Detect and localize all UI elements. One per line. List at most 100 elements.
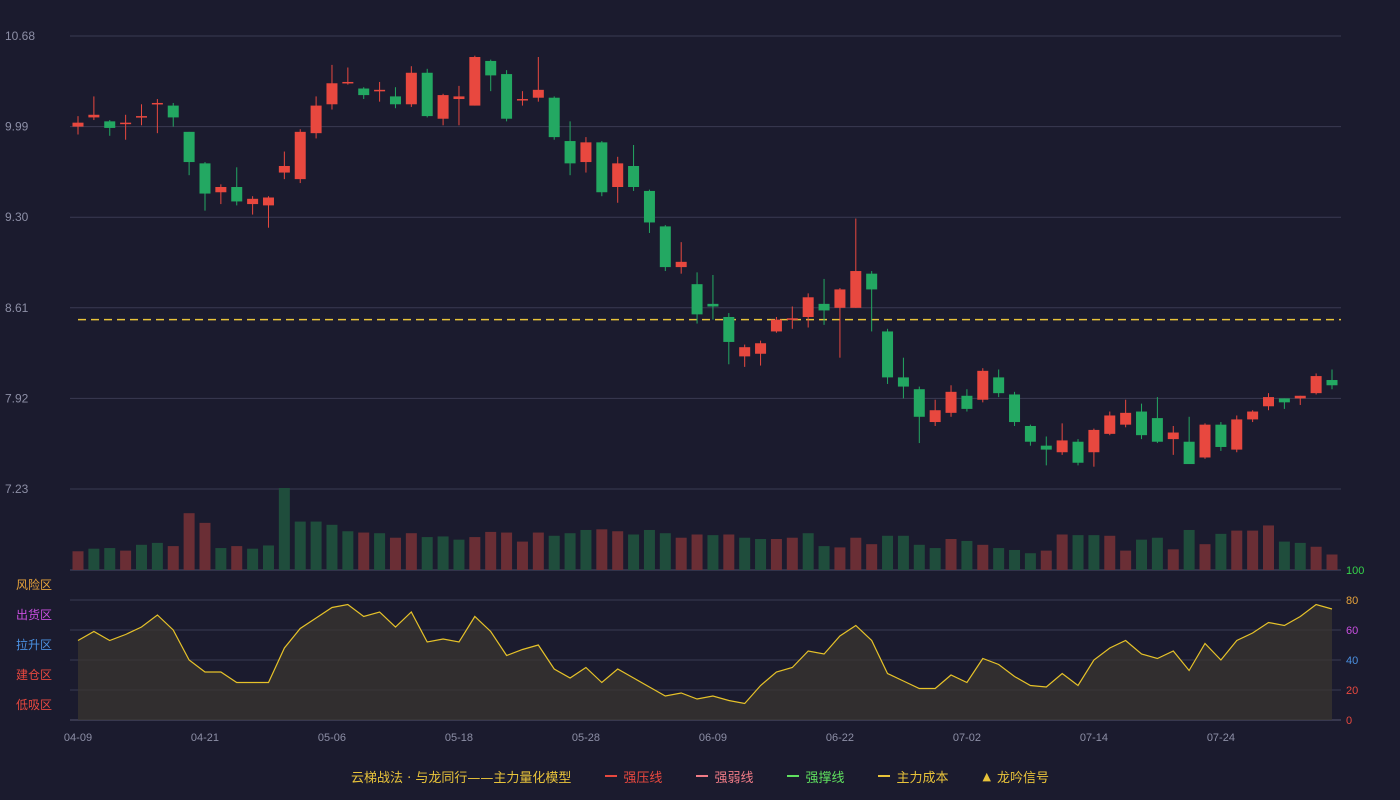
volume-bar <box>120 550 132 570</box>
x-tick-label: 04-09 <box>64 732 92 744</box>
candle-body <box>469 57 481 106</box>
volume-bar <box>945 539 957 570</box>
price-tick-label: 9.99 <box>5 120 29 134</box>
candle-body <box>1024 425 1036 442</box>
volume-bar <box>818 546 830 570</box>
candle <box>278 151 290 180</box>
candle-body <box>1151 418 1163 442</box>
volume-bar <box>421 537 433 570</box>
candle <box>548 96 560 140</box>
volume-bar <box>913 544 925 570</box>
candle-body <box>501 74 513 119</box>
indicator-area <box>78 604 1332 720</box>
candle <box>866 271 878 332</box>
candle <box>1199 423 1211 459</box>
volume-bar <box>691 534 703 570</box>
candle-body <box>342 81 354 84</box>
volume-bar <box>739 537 751 570</box>
candle <box>834 288 846 358</box>
volume-bar <box>1040 550 1052 570</box>
candle <box>1231 415 1243 453</box>
candle-body <box>882 331 894 378</box>
candle-body <box>1231 419 1243 450</box>
legend-label: 主力成本 <box>896 770 949 786</box>
candle-body <box>612 163 624 187</box>
candle <box>294 129 306 184</box>
candle <box>707 274 719 320</box>
candle-body <box>786 318 798 320</box>
candle-body <box>643 190 655 223</box>
main-cost-swatch <box>878 775 891 777</box>
volume-bar <box>596 529 608 570</box>
volume-bar <box>1056 534 1068 570</box>
candle-body <box>1247 411 1259 420</box>
zone-label: 出货区 <box>16 607 52 622</box>
candle-body <box>437 95 449 119</box>
zone-label: 风险区 <box>16 577 52 592</box>
candle-body <box>405 72 417 105</box>
candle <box>72 116 84 135</box>
volume-bar <box>755 539 767 570</box>
candle <box>1310 373 1322 395</box>
legend-item-main-cost[interactable]: 主力成本 <box>878 767 948 786</box>
candle-body <box>1215 424 1227 447</box>
candle-body <box>1040 445 1052 450</box>
x-tick-label: 04-21 <box>191 732 219 744</box>
candle <box>231 167 243 206</box>
volume-bar <box>993 548 1005 570</box>
candle-body <box>247 198 259 205</box>
volume-bar <box>262 545 274 570</box>
candle-body <box>374 89 386 92</box>
volume-bar <box>580 529 592 570</box>
volume-bar <box>1151 537 1163 570</box>
indicator-tick-label: 80 <box>1346 595 1358 607</box>
candle <box>786 306 798 329</box>
volume-bar <box>72 551 84 570</box>
candle-body <box>358 88 370 96</box>
legend-item-strength-line[interactable]: 强弱线 <box>696 767 753 786</box>
x-tick-label: 05-28 <box>572 732 600 744</box>
candle-body <box>389 96 401 105</box>
strength-line-swatch <box>696 775 709 777</box>
candle <box>421 68 433 118</box>
legend-item-dragon-signal[interactable]: ▲ 龙吟信号 <box>982 767 1048 786</box>
candle <box>564 121 576 176</box>
candle-body <box>723 316 735 342</box>
triangle-icon: ▲ <box>982 769 991 783</box>
candle <box>135 104 147 126</box>
x-tick-label: 06-22 <box>826 732 854 744</box>
candle <box>691 272 703 324</box>
candle <box>310 96 322 139</box>
candle-body <box>834 289 846 308</box>
candle-body <box>691 284 703 315</box>
candle <box>945 385 957 417</box>
legend-label: 强压线 <box>623 770 663 786</box>
volume-bar <box>405 533 417 570</box>
volume-bar <box>1215 533 1227 570</box>
candle <box>1294 395 1306 405</box>
candle-body <box>1088 429 1100 453</box>
volume-bar <box>247 548 259 570</box>
legend-item-support-line[interactable]: 强撑线 <box>787 767 844 786</box>
resistance-line-swatch <box>605 775 618 777</box>
candle <box>1326 369 1338 390</box>
candle-body <box>199 163 211 194</box>
candle <box>850 218 862 308</box>
volume-bar <box>231 546 243 570</box>
candle-body <box>1199 424 1211 458</box>
candle <box>247 196 259 215</box>
volume-bar <box>1231 530 1243 570</box>
legend-label: 龙吟信号 <box>996 770 1049 786</box>
volume-bar <box>135 544 147 570</box>
candle-body <box>1278 398 1290 403</box>
legend-item-resistance-line[interactable]: 强压线 <box>605 767 662 786</box>
candle <box>929 399 941 426</box>
candle <box>1247 410 1259 423</box>
candle <box>405 66 417 107</box>
volume-bar <box>310 521 322 570</box>
volume-bar <box>358 532 370 570</box>
candle <box>120 114 132 140</box>
candle <box>389 87 401 109</box>
candle-body <box>104 121 116 128</box>
volume-bar <box>707 535 719 570</box>
